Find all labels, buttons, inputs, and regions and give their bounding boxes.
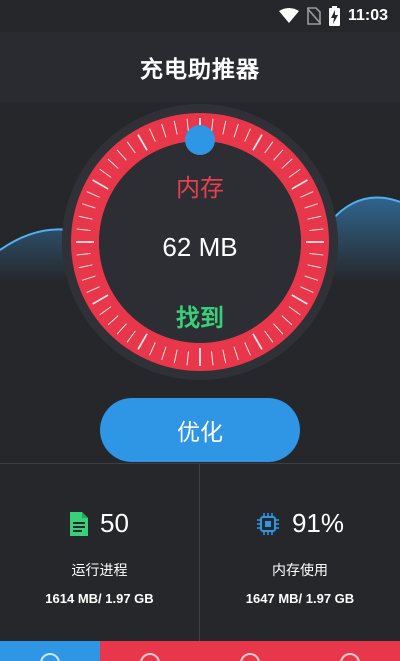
gauge-value: 62 MB <box>162 232 238 262</box>
optimize-button[interactable]: 优化 <box>100 398 300 462</box>
document-icon <box>70 511 89 536</box>
page-title: 充电助推器 <box>140 57 260 83</box>
memory-usage-percent: 91% <box>291 508 345 538</box>
gauge-knob[interactable] <box>185 125 215 155</box>
process-stat-panel: 50 运行进程 1614 MB/ 1.97 GB <box>0 464 200 642</box>
chip-icon <box>256 512 279 535</box>
bottom-nav <box>0 641 400 661</box>
process-count: 50 <box>100 508 129 538</box>
memory-label: 内存使用 <box>272 563 328 579</box>
status-time: 11:03 <box>347 7 388 24</box>
status-bar: 11:03 <box>0 0 400 32</box>
battery-charging-icon <box>328 6 340 26</box>
no-sim-icon <box>306 7 321 25</box>
memory-gauge: 内存 62 MB 找到 <box>0 102 400 392</box>
clean-icon[interactable] <box>240 653 260 661</box>
stats-section: 50 运行进程 1614 MB/ 1.97 GB 91% 内存使用 1647 M… <box>0 463 400 642</box>
gauge-status: 找到 <box>176 304 224 332</box>
settings-icon[interactable] <box>340 653 360 661</box>
memory-detail: 1647 MB/ 1.97 GB <box>245 591 355 606</box>
gauge-label: 内存 <box>176 174 224 202</box>
app-header: 充电助推器 <box>0 32 400 102</box>
memory-stat-panel: 91% 内存使用 1647 MB/ 1.97 GB <box>200 464 400 642</box>
wifi-icon <box>278 8 299 23</box>
process-detail: 1614 MB/ 1.97 GB <box>45 591 154 606</box>
speed-icon[interactable] <box>140 653 160 661</box>
process-label: 运行进程 <box>71 563 128 579</box>
status-icons: 11:03 <box>278 6 388 26</box>
